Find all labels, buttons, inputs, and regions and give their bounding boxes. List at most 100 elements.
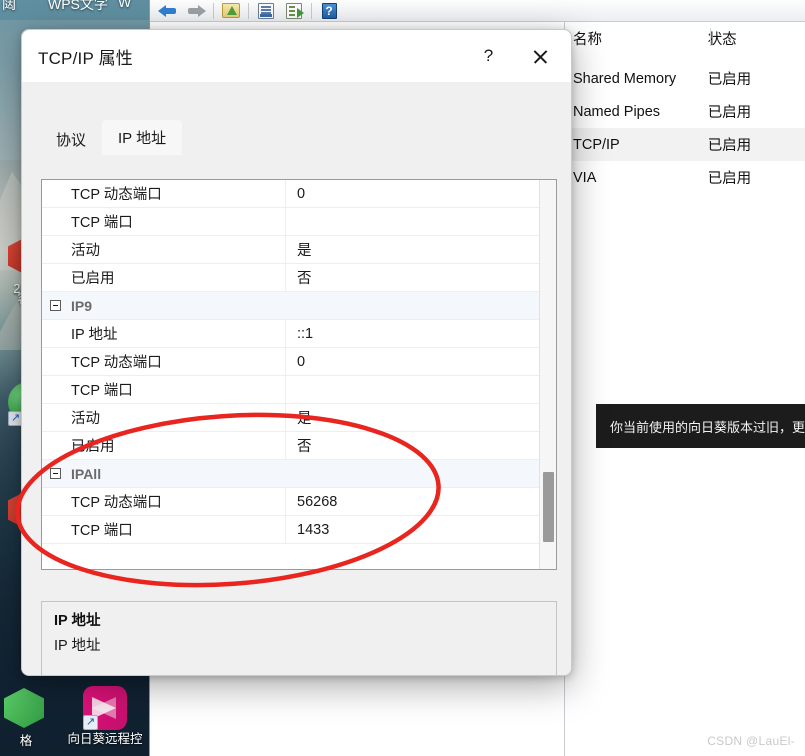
screen: 200… 客… ↗ oft OF 格 xyxy=(0,0,805,756)
grid-row-key: TCP 动态端口 xyxy=(42,183,285,204)
sunlogin-update-toast[interactable]: 你当前使用的向日葵版本过旧，更 xyxy=(596,404,805,448)
grid-row-key: TCP 端口 xyxy=(42,211,285,232)
grid-row-value[interactable]: ::1 xyxy=(285,326,539,342)
forward-button[interactable] xyxy=(182,1,210,21)
protocol-state: 已启用 xyxy=(708,68,805,89)
grid-row-key: TCP 端口 xyxy=(42,379,285,400)
properties-icon xyxy=(258,3,274,19)
grid-row-key: TCP 动态端口 xyxy=(42,351,285,372)
export-list-button[interactable] xyxy=(280,1,308,21)
grid-row-key: 活动 xyxy=(42,407,285,428)
dialog-tabstrip: 协议 IP 地址 xyxy=(40,120,182,155)
desktop-icon-grid[interactable]: 格 xyxy=(0,688,54,749)
toolbar-separator xyxy=(248,3,249,19)
sunlogin-icon: ↗ xyxy=(83,686,127,730)
cube-green-icon xyxy=(4,688,48,732)
ip-settings-grid-panel[interactable]: TCP 动态端口 0 TCP 端口 活动 是 已启用 否 xyxy=(41,179,557,570)
grid-row[interactable]: TCP 端口 xyxy=(42,376,539,404)
tab-label: 协议 xyxy=(56,129,86,150)
collapse-icon[interactable] xyxy=(50,300,61,311)
grid-group-row-ip9[interactable]: IP9 xyxy=(42,292,539,320)
table-row[interactable]: TCP/IP 已启用 xyxy=(565,128,805,161)
shortcut-arrow-icon: ↗ xyxy=(83,715,98,730)
protocol-name: Shared Memory xyxy=(565,71,708,87)
toolbar-separator xyxy=(311,3,312,19)
show-folder-icon xyxy=(222,3,240,18)
properties-button[interactable] xyxy=(252,1,280,21)
grid-group-label: IP9 xyxy=(42,298,285,314)
export-list-icon xyxy=(286,3,302,19)
description-text: IP 地址 xyxy=(54,634,544,655)
grid-row-key: 已启用 xyxy=(42,435,285,456)
grid-vertical-scrollbar[interactable] xyxy=(539,180,556,569)
grid-row[interactable]: 已启用 否 xyxy=(42,264,539,292)
grid-row[interactable]: IP 地址 ::1 xyxy=(42,320,539,348)
help-button[interactable]: ? xyxy=(315,1,343,21)
grid-row-value[interactable]: 1433 xyxy=(285,522,539,538)
desktop-icon-label: 格 xyxy=(0,734,54,749)
dialog-content: 协议 IP 地址 TCP 动态端口 0 TCP 端口 xyxy=(22,82,572,676)
grid-row[interactable]: TCP 端口 xyxy=(42,208,539,236)
grid-row[interactable]: TCP 动态端口 0 xyxy=(42,348,539,376)
question-mark-icon: ? xyxy=(484,46,493,66)
protocol-name: TCP/IP xyxy=(565,137,708,153)
grid-row-value[interactable]: 是 xyxy=(285,239,539,260)
mmc-column-headers: 名称 状态 xyxy=(565,28,805,56)
protocol-state: 已启用 xyxy=(708,101,805,122)
toast-message: 你当前使用的向日葵版本过旧，更 xyxy=(610,417,805,436)
protocol-state: 已启用 xyxy=(708,134,805,155)
mmc-protocol-rows: Shared Memory 已启用 Named Pipes 已启用 TCP/IP… xyxy=(565,62,805,194)
column-header-name[interactable]: 名称 xyxy=(565,28,708,56)
tcpip-properties-dialog: TCP/IP 属性 ? 协议 IP 地址 xyxy=(21,29,572,676)
table-row[interactable]: Shared Memory 已启用 xyxy=(565,62,805,95)
column-divider[interactable] xyxy=(710,28,711,46)
grid-row-value[interactable]: 56268 xyxy=(285,494,539,510)
dialog-close-button[interactable] xyxy=(518,30,563,82)
grid-row-key: 已启用 xyxy=(42,267,285,288)
column-header-state[interactable]: 状态 xyxy=(708,28,805,56)
desktop-icon-label: 向日葵远程控 xyxy=(50,732,160,747)
taskbar-item-3: W xyxy=(118,0,131,10)
grid-group-label: IPAll xyxy=(42,466,285,482)
grid-row-value[interactable]: 0 xyxy=(285,186,539,202)
protocol-state: 已启用 xyxy=(708,167,805,188)
grid-row[interactable]: TCP 动态端口 0 xyxy=(42,180,539,208)
grid-row-value[interactable]: 否 xyxy=(285,435,539,456)
collapse-icon[interactable] xyxy=(50,468,61,479)
grid-row[interactable]: 活动 是 xyxy=(42,236,539,264)
description-title: IP 地址 xyxy=(54,609,544,630)
taskbar-item-1: 闼 xyxy=(2,0,16,14)
grid-row-value[interactable]: 否 xyxy=(285,267,539,288)
grid-group-row-ipall[interactable]: IPAll xyxy=(42,460,539,488)
grid-row[interactable]: 活动 是 xyxy=(42,404,539,432)
grid-row-tcp-port-ipall[interactable]: TCP 端口 1433 xyxy=(42,516,539,544)
dialog-title: TCP/IP 属性 xyxy=(38,44,133,69)
grid-row-value[interactable]: 是 xyxy=(285,407,539,428)
back-button[interactable] xyxy=(154,1,182,21)
desktop-icon-sunlogin[interactable]: ↗ 向日葵远程控 xyxy=(50,686,160,747)
tab-ip-addresses[interactable]: IP 地址 xyxy=(102,120,182,155)
show-folder-button[interactable] xyxy=(217,1,245,21)
grid-row-key: IP 地址 xyxy=(42,323,285,344)
ip-settings-grid: TCP 动态端口 0 TCP 端口 活动 是 已启用 否 xyxy=(42,180,539,544)
table-row[interactable]: VIA 已启用 xyxy=(565,161,805,194)
scrollbar-thumb[interactable] xyxy=(543,472,554,542)
forward-arrow-icon xyxy=(186,4,206,18)
description-panel: IP 地址 IP 地址 xyxy=(41,601,557,676)
grid-row[interactable]: 已启用 否 xyxy=(42,432,539,460)
tab-protocol[interactable]: 协议 xyxy=(40,123,102,155)
mmc-toolbar: ? xyxy=(150,0,805,22)
mmc-list-pane[interactable]: 名称 状态 Shared Memory 已启用 Named Pipes 已启用 … xyxy=(565,22,805,756)
grid-row-key: TCP 动态端口 xyxy=(42,491,285,512)
protocol-name: Named Pipes xyxy=(565,104,708,120)
back-arrow-icon xyxy=(158,4,178,18)
dialog-help-button[interactable]: ? xyxy=(466,30,511,82)
close-icon xyxy=(532,48,549,65)
dialog-titlebar[interactable]: TCP/IP 属性 ? xyxy=(22,30,571,82)
grid-row-value[interactable]: 0 xyxy=(285,354,539,370)
table-row[interactable]: Named Pipes 已启用 xyxy=(565,95,805,128)
taskbar-fragment: 闼 WPS文字 W xyxy=(0,0,149,20)
grid-row-key: TCP 端口 xyxy=(42,519,285,540)
taskbar-item-2: WPS文字 xyxy=(48,0,108,14)
grid-row-tcp-dynamic-ports-ipall[interactable]: TCP 动态端口 56268 xyxy=(42,488,539,516)
